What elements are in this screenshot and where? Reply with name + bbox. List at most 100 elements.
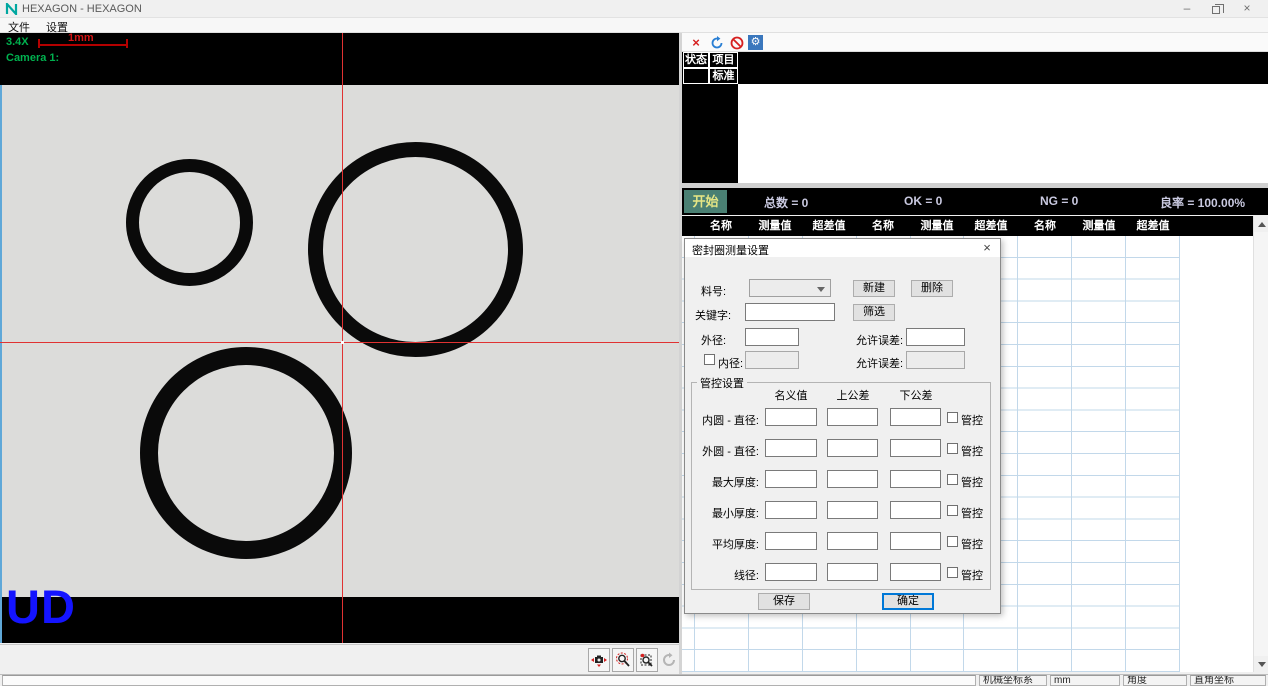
scroll-down-arrow[interactable] [1254,656,1268,672]
grid-line-vertical [1125,236,1126,672]
inner-diameter-checkbox[interactable] [704,354,715,365]
control-row-1-input-1[interactable] [765,408,817,426]
settings-gear-icon[interactable]: ⚙ [748,35,763,50]
control-row-2-checkbox[interactable] [947,443,958,454]
results-column-header-6: 超差值 [964,216,1018,236]
part-number-combobox[interactable] [749,279,831,297]
grid-line-vertical [1071,236,1072,672]
results-table-header: 名称测量值超差值名称测量值超差值名称测量值超差值 [682,216,1253,236]
ok-count: OK = 0 [904,194,942,208]
control-row-label-4: 最小厚度: [693,505,759,521]
refresh-view-icon [661,652,677,668]
outer-diameter-label: 外径: [701,332,726,348]
control-row-2-checkbox-label: 管控 [961,443,983,459]
inner-diameter-label: 内径: [718,355,743,371]
keyword-input[interactable] [745,303,835,321]
window-title: HEXAGON - HEXAGON [22,3,142,15]
outer-diameter-input[interactable] [745,328,799,346]
results-header-filler [1180,216,1253,236]
status-cell-coordinate-system: 机械坐标系 [979,675,1047,686]
inner-diameter-input[interactable] [745,351,799,369]
control-row-4-input-2[interactable] [827,501,878,519]
restore-icon [1212,6,1220,14]
refresh-icon[interactable] [709,35,725,50]
results-column-header-5: 测量值 [910,216,964,236]
outer-tolerance-input[interactable] [906,328,965,346]
control-row-3-checkbox[interactable] [947,474,958,485]
control-row-4-checkbox[interactable] [947,505,958,516]
control-row-1-input-3[interactable] [890,408,941,426]
part-number-label: 料号: [701,283,726,299]
control-row-6-input-3[interactable] [890,563,941,581]
outer-tolerance-label: 允许误差: [856,332,903,348]
control-row-4-input-1[interactable] [765,501,817,519]
control-row-4-input-3[interactable] [890,501,941,519]
zoom-circle-icon [615,652,631,668]
control-row-1-checkbox-label: 管控 [961,412,983,428]
chevron-down-icon [817,287,825,292]
run-status-bar: 开始 总数 = 0 OK = 0 NG = 0 良率 = 100.00% [682,188,1268,215]
dialog-close-button[interactable]: × [980,240,994,255]
delete-item-icon[interactable]: × [688,35,704,50]
control-row-2-input-2[interactable] [827,439,878,457]
refresh-view-button[interactable] [658,648,680,672]
control-row-3-input-3[interactable] [890,470,941,488]
status-bar: 机械坐标系mm角度直角坐标 [0,674,1268,686]
control-row-3-input-1[interactable] [765,470,817,488]
crosshair-vertical-line [342,33,343,643]
control-row-6-checkbox-label: 管控 [961,567,983,583]
menu-bar: 文件设置 [0,18,1268,33]
sequence-toolbar: × ⚙ [682,33,1268,52]
scroll-up-arrow[interactable] [1254,216,1268,232]
zoom-region-button[interactable] [636,648,658,672]
results-column-header-3: 超差值 [802,216,856,236]
control-row-1-checkbox[interactable] [947,412,958,423]
control-row-2-input-1[interactable] [765,439,817,457]
close-button[interactable]: × [1232,1,1262,17]
zoom-circle-button[interactable] [612,648,634,672]
center-view-icon [591,652,607,668]
results-header-spacer [682,216,694,236]
col-header-item: 项目 [709,52,738,68]
scale-line [38,44,128,46]
control-row-5-checkbox[interactable] [947,536,958,547]
orientation-watermark: UD [6,583,76,630]
new-button[interactable]: 新建 [853,280,895,297]
control-row-5-input-1[interactable] [765,532,817,550]
filter-button[interactable]: 筛选 [853,304,895,321]
control-row-2-input-3[interactable] [890,439,941,457]
save-button[interactable]: 保存 [758,593,810,610]
control-row-6-checkbox[interactable] [947,567,958,578]
control-row-6-input-1[interactable] [765,563,817,581]
inner-tolerance-label: 允许误差: [856,355,903,371]
grid-line-vertical [1179,236,1180,672]
control-row-label-2: 外圆 - 直径: [693,443,759,459]
camera-viewport[interactable]: 3.4X 1mm Camera 1: UD [0,33,679,643]
start-button[interactable]: 开始 [684,190,727,213]
control-row-6-input-2[interactable] [827,563,878,581]
control-row-3-input-2[interactable] [827,470,878,488]
disable-icon[interactable] [729,35,745,50]
restore-button[interactable] [1202,1,1232,17]
control-row-label-6: 线径: [693,567,759,583]
main-window: HEXAGON - HEXAGON – × 文件设置 3.4X 1mm Came… [0,0,1268,686]
inner-tolerance-input[interactable] [906,351,965,369]
grid-line-vertical [1017,236,1018,672]
delete-button[interactable]: 删除 [911,280,953,297]
ring-1 [126,159,253,286]
ring-2 [308,142,523,357]
control-row-1-input-2[interactable] [827,408,878,426]
standard-table-body [738,84,1268,183]
control-row-3-checkbox-label: 管控 [961,474,983,490]
title-bar: HEXAGON - HEXAGON – × [0,0,1268,18]
center-view-button[interactable] [588,648,610,672]
status-cell-cartesian: 直角坐标 [1190,675,1266,686]
control-row-5-input-3[interactable] [890,532,941,550]
results-scrollbar[interactable] [1253,216,1268,672]
results-column-header-9: 超差值 [1126,216,1180,236]
minimize-button[interactable]: – [1172,1,1202,17]
ok-button[interactable]: 确定 [882,593,934,610]
status-cell-angle: 角度 [1123,675,1187,686]
control-row-5-input-2[interactable] [827,532,878,550]
dialog-title-bar[interactable]: 密封圈测量设置 × [685,239,1000,257]
